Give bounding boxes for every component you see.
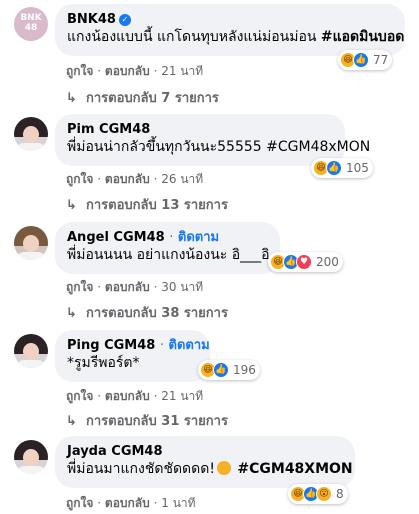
comment-text: *รูมรีพอร์ต* bbox=[67, 355, 140, 371]
commenter-name[interactable]: Ping CGM48 bbox=[67, 338, 155, 353]
hashtag-link[interactable]: #แอดมินบอด bbox=[321, 29, 404, 45]
reply-arrow-icon: ↳ bbox=[66, 198, 77, 213]
view-replies-link[interactable]: ↳ การตอบกลับ 38 รายการ bbox=[66, 302, 228, 323]
follow-button[interactable]: ติดตาม bbox=[169, 338, 210, 353]
comment-bubble: Jayda CGM48 พี่ม่อนมาแกงชัดชัดดดด! #CGM4… bbox=[55, 436, 355, 488]
comment-actions: ถูกใจ · ตอบกลับ · 1 นาที bbox=[66, 496, 196, 510]
reply-button[interactable]: ตอบกลับ bbox=[105, 496, 150, 510]
comment-text: พี่ม่อนนนน อย่าแกงน้องนะ อิ___อิ bbox=[67, 247, 270, 263]
reply-button[interactable]: ตอบกลับ bbox=[105, 389, 150, 403]
like-reaction-icon: 👍 bbox=[353, 52, 369, 68]
comment-bubble: BNK48 ✓ แกงน้องแบบนี้ แกโดนทุบหลังแน่ม่อน… bbox=[55, 4, 405, 56]
reply-button[interactable]: ตอบกลับ bbox=[105, 172, 150, 186]
reply-button[interactable]: ตอบกลับ bbox=[105, 280, 150, 294]
reply-arrow-icon: ↳ bbox=[66, 414, 77, 429]
avatar-bnk48-label: BNK 48 bbox=[20, 13, 42, 33]
comment-bubble: Pim CGM48 พี่ม่อนน่ากลัวขึ้นทุกวันนะ5555… bbox=[55, 114, 370, 166]
reply-button[interactable]: ตอบกลับ bbox=[105, 64, 150, 78]
commenter-name[interactable]: BNK48 bbox=[67, 12, 116, 27]
avatar-jayda[interactable] bbox=[14, 440, 48, 474]
reply-arrow-icon: ↳ bbox=[66, 91, 77, 106]
reaction-count: 105 bbox=[346, 161, 369, 175]
reaction-count: 196 bbox=[233, 363, 256, 377]
timestamp[interactable]: 21 นาที bbox=[161, 64, 203, 78]
wow-reaction-icon: 😮 bbox=[316, 486, 332, 502]
reaction-count: 77 bbox=[373, 53, 389, 67]
like-button[interactable]: ถูกใจ bbox=[66, 64, 93, 78]
avatar-ping[interactable] bbox=[14, 334, 48, 368]
like-button[interactable]: ถูกใจ bbox=[66, 496, 93, 510]
comment-text: แกงน้องแบบนี้ แกโดนทุบหลังแน่ม่อนม่อน bbox=[67, 29, 317, 45]
comment-bubble: Angel CGM48 · ติดตาม พี่ม่อนนนน อย่าแกงน… bbox=[55, 222, 280, 274]
comment-bubble: Ping CGM48 · ติดตาม *รูมรีพอร์ต* bbox=[55, 330, 210, 382]
reaction-summary[interactable]: 😆 👍 196 bbox=[198, 360, 260, 380]
verified-badge-icon: ✓ bbox=[118, 14, 131, 26]
like-reaction-icon: 👍 bbox=[326, 160, 342, 176]
avatar-angel[interactable] bbox=[14, 226, 48, 260]
timestamp[interactable]: 1 นาที bbox=[161, 496, 195, 510]
comment-text: พี่ม่อนมาแกงชัดชัดดดด! bbox=[67, 461, 215, 477]
reaction-summary[interactable]: 😆 👍 ♥ 200 bbox=[268, 252, 343, 272]
view-replies-link[interactable]: ↳ การตอบกลับ 7 รายการ bbox=[66, 87, 219, 108]
like-button[interactable]: ถูกใจ bbox=[66, 172, 93, 186]
reaction-summary[interactable]: 😆 👍 105 bbox=[311, 158, 373, 178]
comment-actions: ถูกใจ · ตอบกลับ · 21 นาที bbox=[66, 389, 204, 403]
follow-button[interactable]: ติดตาม bbox=[178, 230, 219, 245]
reaction-count: 8 bbox=[336, 487, 344, 501]
reaction-summary[interactable]: 😆 👍 77 bbox=[338, 50, 393, 70]
comment-actions: ถูกใจ · ตอบกลับ · 21 นาที bbox=[66, 64, 204, 78]
comment-actions: ถูกใจ · ตอบกลับ · 26 นาที bbox=[66, 172, 204, 186]
like-button[interactable]: ถูกใจ bbox=[66, 280, 93, 294]
timestamp[interactable]: 30 นาที bbox=[161, 280, 203, 294]
hashtag-link[interactable]: #CGM48XMON bbox=[237, 461, 352, 477]
like-button[interactable]: ถูกใจ bbox=[66, 389, 93, 403]
view-replies-link[interactable]: ↳ การตอบกลับ 13 รายการ bbox=[66, 194, 228, 215]
avatar-bnk48[interactable]: BNK 48 bbox=[14, 7, 48, 41]
love-reaction-icon: ♥ bbox=[296, 254, 312, 270]
timestamp[interactable]: 21 นาที bbox=[161, 389, 203, 403]
commenter-name[interactable]: Pim CGM48 bbox=[67, 122, 150, 137]
reaction-count: 200 bbox=[316, 255, 339, 269]
emoji-icon bbox=[216, 461, 231, 475]
comment-text: พี่ม่อนน่ากลัวขึ้นทุกวันนะ55555 #CGM48xM… bbox=[67, 139, 371, 155]
like-reaction-icon: 👍 bbox=[213, 362, 229, 378]
commenter-name[interactable]: Angel CGM48 bbox=[67, 230, 165, 245]
comment-actions: ถูกใจ · ตอบกลับ · 30 นาที bbox=[66, 280, 204, 294]
timestamp[interactable]: 26 นาที bbox=[161, 172, 203, 186]
view-replies-link[interactable]: ↳ การตอบกลับ 31 รายการ bbox=[66, 410, 228, 431]
reply-arrow-icon: ↳ bbox=[66, 306, 77, 321]
reaction-summary[interactable]: 😆 👍 😮 8 bbox=[288, 484, 348, 504]
avatar-pim[interactable] bbox=[14, 117, 48, 151]
commenter-name[interactable]: Jayda CGM48 bbox=[67, 444, 163, 459]
